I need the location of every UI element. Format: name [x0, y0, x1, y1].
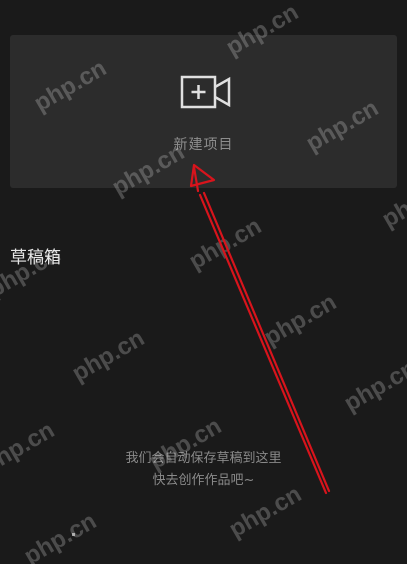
watermark-text: php.cn — [260, 288, 342, 351]
watermark-text: php.cn — [20, 507, 102, 564]
divider-dot — [72, 533, 75, 536]
video-camera-plus-icon — [180, 75, 231, 109]
drafts-section-title: 草稿箱 — [10, 248, 61, 268]
watermark-text: php.cn — [185, 212, 267, 275]
drafts-empty-hint-line-1: 我们会自动保存草稿到这里 — [125, 451, 282, 466]
new-project-label: 新建项目 — [173, 137, 234, 153]
watermark-text: php.cn — [68, 324, 150, 387]
drafts-empty-hint-line-2: 快去创作作品吧~ — [152, 473, 255, 488]
new-project-button[interactable]: 新建项目 — [10, 35, 397, 188]
watermark-text: php.cn — [225, 480, 307, 543]
watermark-text: php.cn — [340, 354, 407, 417]
